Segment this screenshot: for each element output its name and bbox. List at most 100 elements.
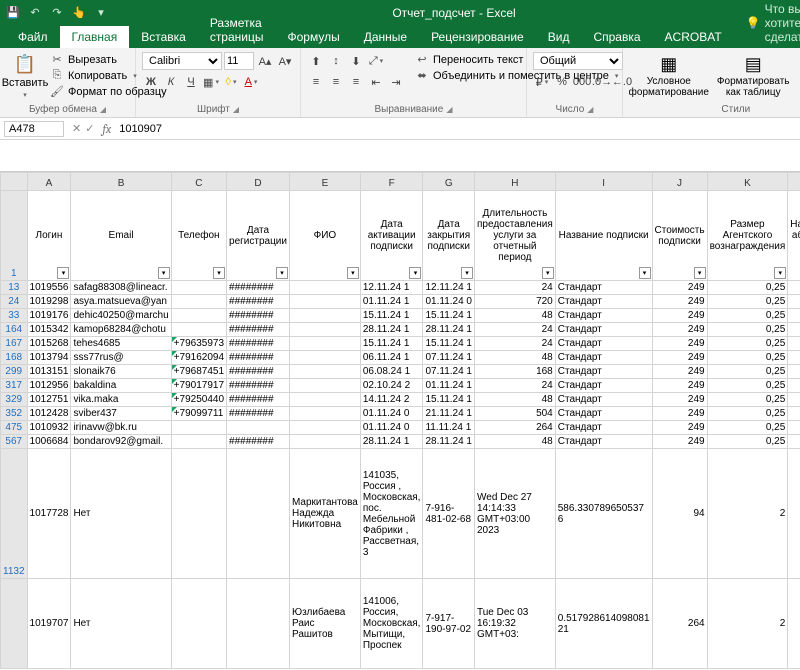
col-K[interactable]: K: [707, 173, 788, 191]
cell[interactable]: bondarov92@gmail.: [71, 435, 171, 449]
font-color-icon[interactable]: A: [242, 73, 260, 91]
col-L[interactable]: L: [788, 173, 800, 191]
hdr-actdate[interactable]: Дата активации подписки▾: [360, 191, 423, 281]
cell[interactable]: 01.11.24 0: [360, 421, 423, 435]
col-D[interactable]: D: [227, 173, 290, 191]
col-I[interactable]: I: [555, 173, 652, 191]
cell[interactable]: 7-916-481-02-68: [423, 449, 475, 579]
cell[interactable]: [227, 449, 290, 579]
percent-format-icon[interactable]: %: [553, 73, 571, 91]
cell[interactable]: 2: [707, 579, 788, 669]
cell[interactable]: +79017917: [171, 379, 226, 393]
filter-icon[interactable]: ▾: [461, 267, 473, 279]
cell[interactable]: 0,25: [707, 365, 788, 379]
cell[interactable]: 1013794: [27, 351, 71, 365]
hdr-regdate[interactable]: Дата регистрации▾: [227, 191, 290, 281]
orientation-icon[interactable]: ⤢: [367, 52, 385, 70]
cell[interactable]: 14.11.24 2: [360, 393, 423, 407]
cell[interactable]: 0,25: [707, 407, 788, 421]
cell[interactable]: 586.330789650537 6: [555, 449, 652, 579]
tab-acrobat[interactable]: ACROBAT: [653, 26, 734, 48]
cell[interactable]: [171, 323, 226, 337]
cell[interactable]: [289, 281, 360, 295]
cell[interactable]: safag88308@lineacr.: [71, 281, 171, 295]
cell[interactable]: Стандарт: [555, 435, 652, 449]
cell[interactable]: bakaldina: [71, 379, 171, 393]
col-C[interactable]: C: [171, 173, 226, 191]
cell[interactable]: 720: [475, 295, 556, 309]
format-as-table-button[interactable]: ▤ Форматировать как таблицу: [713, 52, 794, 100]
align-top-icon[interactable]: ⬆: [307, 52, 325, 70]
cell[interactable]: 28.11.24 1: [360, 435, 423, 449]
cell[interactable]: 16,6: [788, 393, 800, 407]
tab-review[interactable]: Рецензирование: [419, 26, 536, 48]
cell[interactable]: [171, 579, 226, 669]
select-all-corner[interactable]: [1, 173, 28, 191]
underline-icon[interactable]: Ч: [182, 73, 200, 91]
cell[interactable]: [289, 435, 360, 449]
decrease-font-icon[interactable]: A▾: [276, 52, 294, 70]
cell[interactable]: Юзлибаева Раис Рашитов: [289, 579, 360, 669]
cell[interactable]: 12.11.24 1: [423, 281, 475, 295]
cell[interactable]: 7-917-190-97-02: [423, 579, 475, 669]
save-icon[interactable]: 💾: [6, 6, 20, 20]
cell[interactable]: 91,3: [788, 421, 800, 435]
cell[interactable]: +79687451: [171, 365, 226, 379]
cell[interactable]: 15.11.24 1: [360, 337, 423, 351]
bold-icon[interactable]: Ж: [142, 73, 160, 91]
cell[interactable]: 48: [475, 351, 556, 365]
row-head[interactable]: [1, 579, 28, 669]
fx-icon[interactable]: fx: [98, 122, 115, 136]
cell[interactable]: 264: [475, 421, 556, 435]
align-bottom-icon[interactable]: ⬇: [347, 52, 365, 70]
cell[interactable]: 249: [652, 407, 707, 421]
row-head[interactable]: 33: [1, 309, 28, 323]
cell[interactable]: 141006, Россия, Московская, Мытищи, Прос…: [360, 579, 423, 669]
cell[interactable]: 0,25: [707, 351, 788, 365]
cell[interactable]: Стандарт: [555, 379, 652, 393]
cell[interactable]: 15.11.24 1: [423, 337, 475, 351]
cell[interactable]: Нет: [71, 449, 171, 579]
cell[interactable]: Стандарт: [555, 295, 652, 309]
cell[interactable]: 1012428: [27, 407, 71, 421]
cell[interactable]: ########: [227, 295, 290, 309]
cell[interactable]: 1017728: [27, 449, 71, 579]
touch-icon[interactable]: 👆: [72, 6, 86, 20]
align-right-icon[interactable]: ≡: [347, 73, 365, 91]
cell[interactable]: 1012956: [27, 379, 71, 393]
cell[interactable]: 249: [788, 295, 800, 309]
cell[interactable]: [171, 435, 226, 449]
cell[interactable]: kamop68284@chotu: [71, 323, 171, 337]
row-head[interactable]: 167: [1, 337, 28, 351]
row-head-1[interactable]: 1: [1, 191, 28, 281]
cell[interactable]: 8,3: [788, 323, 800, 337]
row-head[interactable]: 13: [1, 281, 28, 295]
cell[interactable]: 24: [475, 281, 556, 295]
cell[interactable]: [171, 449, 226, 579]
cell[interactable]: [171, 309, 226, 323]
cell[interactable]: 249: [652, 351, 707, 365]
cell[interactable]: 07.11.24 1: [423, 351, 475, 365]
cell[interactable]: Стандарт: [555, 323, 652, 337]
cell[interactable]: 8,3: [788, 379, 800, 393]
cell[interactable]: 0,25: [707, 309, 788, 323]
cell[interactable]: Tue Dec 03 16:19:32 GMT+03:: [475, 579, 556, 669]
formula-input[interactable]: [115, 122, 800, 136]
cell[interactable]: 249: [652, 393, 707, 407]
fill-color-icon[interactable]: ◊: [222, 73, 240, 91]
cell[interactable]: 0,25: [707, 421, 788, 435]
hdr-email[interactable]: Email▾: [71, 191, 171, 281]
comma-format-icon[interactable]: 000: [573, 73, 591, 91]
cell[interactable]: Стандарт: [555, 281, 652, 295]
cell[interactable]: 06.08.24 1: [360, 365, 423, 379]
font-launcher-icon[interactable]: ◢: [233, 105, 239, 114]
cell[interactable]: Стандарт: [555, 337, 652, 351]
cell[interactable]: [289, 351, 360, 365]
cell[interactable]: dehic40250@marchu: [71, 309, 171, 323]
cell[interactable]: 1012751: [27, 393, 71, 407]
cell[interactable]: 1015268: [27, 337, 71, 351]
cell[interactable]: 249: [652, 365, 707, 379]
cell[interactable]: 1019298: [27, 295, 71, 309]
row-head[interactable]: 24: [1, 295, 28, 309]
number-format-select[interactable]: Общий: [533, 52, 623, 70]
